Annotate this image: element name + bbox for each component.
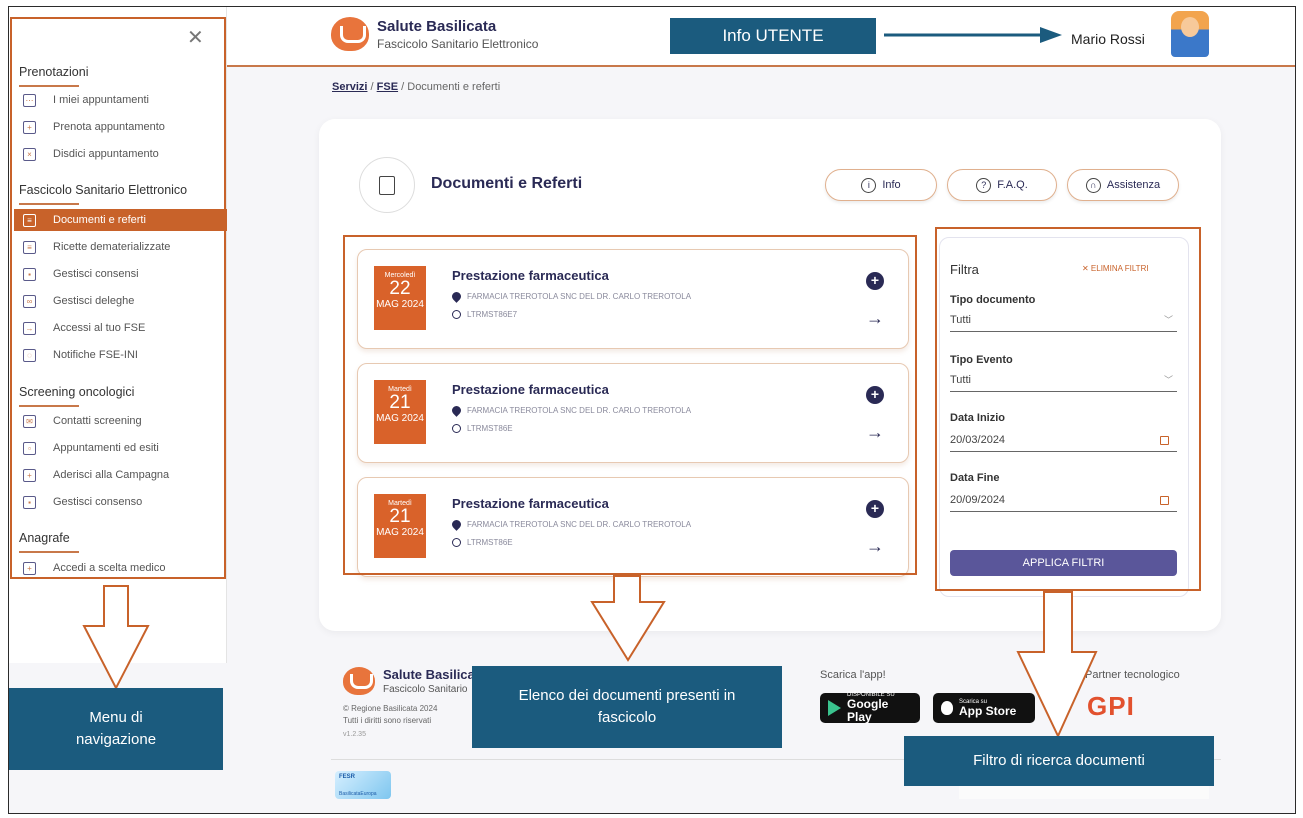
info-utente-callout: Info UTENTE	[670, 18, 876, 54]
filter-down-arrow	[1016, 591, 1098, 739]
menu-callout: Menu di navigazione	[9, 688, 223, 770]
filter-callout: Filtro di ricerca documenti	[904, 736, 1214, 786]
menu-down-arrow	[82, 585, 150, 691]
arrow-head	[1040, 27, 1062, 43]
documents-callout: Elenco dei documenti presenti in fascico…	[472, 666, 782, 748]
documents-down-arrow	[590, 575, 666, 662]
